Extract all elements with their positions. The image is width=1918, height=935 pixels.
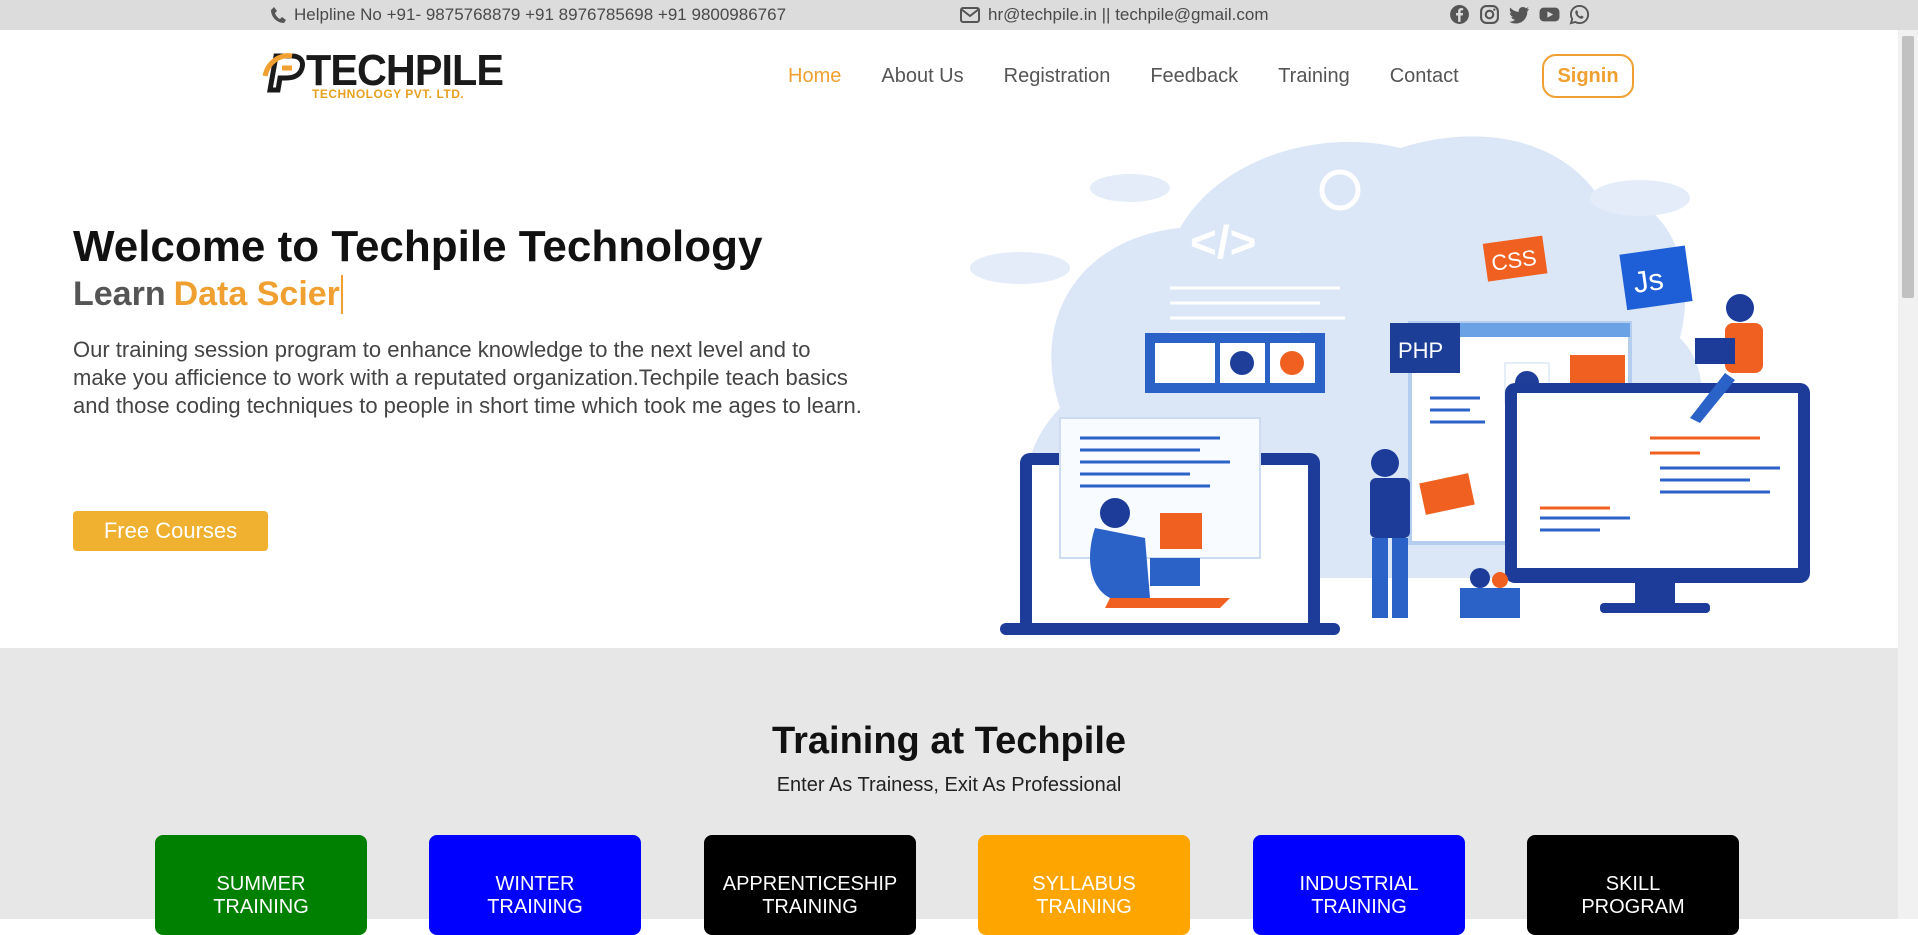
logo-tagline: TECHNOLOGY PVT. LTD.: [312, 87, 465, 101]
signin-button[interactable]: Signin: [1542, 54, 1634, 98]
card-line2: TRAINING: [762, 896, 858, 918]
card-line2: TRAINING: [1036, 896, 1132, 918]
nav-registration[interactable]: Registration: [1004, 65, 1111, 88]
social-links: [1449, 4, 1590, 25]
hero-typed-text: Data Scier: [174, 275, 343, 314]
training-title: Training at Techpile: [771, 720, 1127, 762]
card-line1: SUMMER: [216, 873, 306, 895]
phone-icon: [271, 7, 286, 23]
training-card-apprenticeship[interactable]: APPRENTICESHIP TRAINING: [704, 835, 916, 935]
hero-illustration: </> CSS Js PHP: [970, 136, 1810, 635]
envelope-icon: [960, 7, 980, 23]
card-line2: PROGRAM: [1581, 896, 1685, 918]
page-scrollbar[interactable]: [1898, 30, 1918, 919]
nav-training[interactable]: Training: [1278, 65, 1350, 88]
card-line1: SKILL: [1605, 873, 1661, 895]
top-info-bar: Helpline No +91- 9875768879 +91 89767856…: [0, 0, 1918, 30]
training-card-summer[interactable]: SUMMER TRAINING: [155, 835, 367, 935]
hero-description: Our training session program to enhance …: [73, 337, 862, 418]
main-navbar: TECHPILE TECHNOLOGY PVT. LTD. Home About…: [0, 30, 1898, 124]
card-line1: INDUSTRIAL: [1299, 873, 1419, 895]
card-line2: TRAINING: [1311, 896, 1407, 918]
main-nav: Home About Us Registration Feedback Trai…: [788, 65, 1499, 88]
nav-contact[interactable]: Contact: [1390, 65, 1459, 88]
nav-home[interactable]: Home: [788, 65, 841, 88]
card-line1: SYLLABUS: [1032, 873, 1136, 895]
twitter-icon[interactable]: [1509, 4, 1530, 25]
training-section: Training at Techpile Enter As Trainess, …: [0, 648, 1898, 935]
nav-about-us[interactable]: About Us: [881, 65, 963, 88]
helpline-text: Helpline No +91- 9875768879 +91 89767856…: [294, 5, 787, 24]
hero-learn-label: Learn: [73, 275, 166, 313]
instagram-icon[interactable]: [1479, 4, 1500, 25]
logo-mark-icon: [262, 53, 305, 93]
facebook-icon[interactable]: [1449, 4, 1470, 25]
card-line1: WINTER: [495, 873, 575, 895]
nav-feedback[interactable]: Feedback: [1150, 65, 1238, 88]
email-info: hr@techpile.in || techpile@gmail.com: [960, 5, 1269, 25]
card-line2: TRAINING: [487, 896, 583, 918]
php-badge-label: PHP: [1398, 338, 1443, 363]
js-badge-label: Js: [1631, 263, 1665, 300]
training-card-syllabus[interactable]: SYLLABUS TRAINING: [978, 835, 1190, 935]
whatsapp-icon[interactable]: [1569, 4, 1590, 25]
training-subtitle: Enter As Trainess, Exit As Professional: [776, 774, 1122, 796]
hero-subtitle: Learn Data Scier: [73, 275, 343, 314]
training-card-winter[interactable]: WINTER TRAINING: [429, 835, 641, 935]
email-text: hr@techpile.in || techpile@gmail.com: [988, 5, 1269, 24]
free-courses-button[interactable]: Free Courses: [73, 511, 268, 551]
scrollbar-thumb[interactable]: [1902, 36, 1914, 298]
helpline-info: Helpline No +91- 9875768879 +91 89767856…: [268, 5, 786, 25]
card-line1: APPRENTICESHIP: [722, 873, 898, 895]
code-tag-label: </>: [1190, 216, 1257, 268]
youtube-icon[interactable]: [1539, 4, 1560, 25]
hero-title: Welcome to Techpile Technology: [73, 222, 763, 271]
training-card-industrial[interactable]: INDUSTRIAL TRAINING: [1253, 835, 1465, 935]
card-line2: TRAINING: [213, 896, 309, 918]
training-card-skill[interactable]: SKILL PROGRAM: [1527, 835, 1739, 935]
techpile-logo[interactable]: TECHPILE TECHNOLOGY PVT. LTD.: [262, 46, 504, 102]
